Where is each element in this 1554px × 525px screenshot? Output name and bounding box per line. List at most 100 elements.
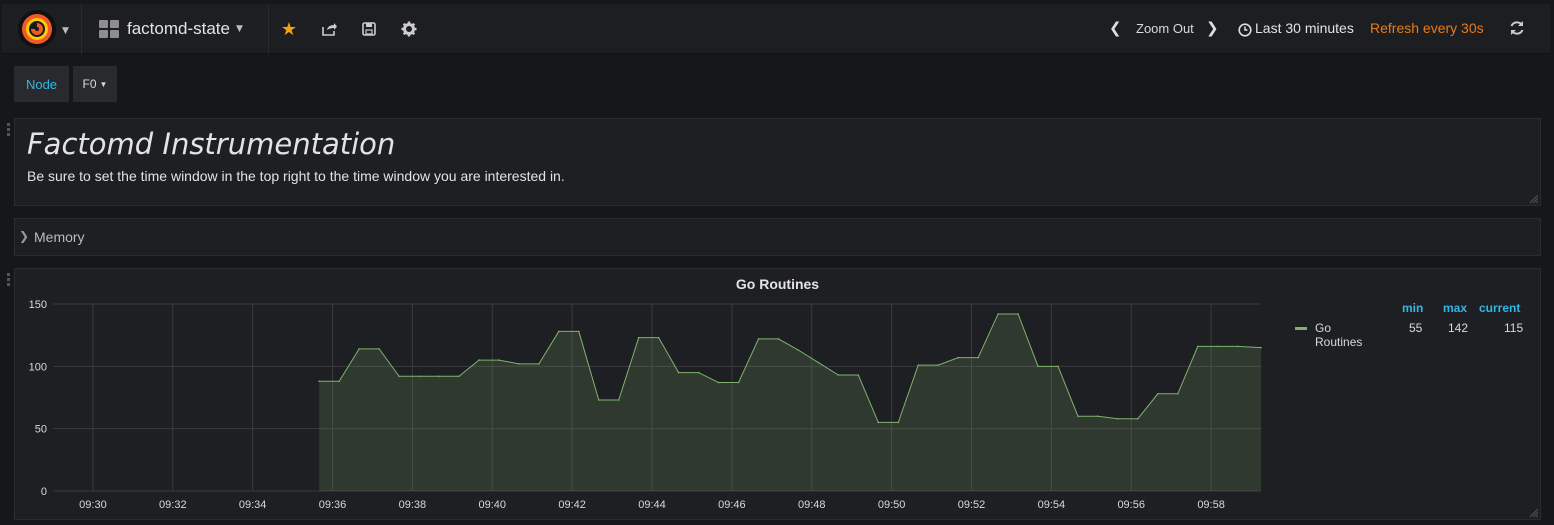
data-point: [897, 421, 900, 424]
clock-icon: [1238, 22, 1252, 37]
graph-plot[interactable]: 0 50 100 150 09:30 09:32 09:34 09:36 09:38 09:40 0…: [15, 269, 1275, 514]
data-point: [617, 399, 620, 401]
x-tick-label: 09:40: [479, 499, 507, 511]
data-point: [837, 374, 840, 376]
data-point: [657, 336, 660, 339]
data-point: [498, 359, 500, 361]
resize-handle-icon[interactable]: [1530, 195, 1538, 203]
grafana-menu[interactable]: ▼: [2, 4, 82, 54]
legend-series-current: 115: [1504, 321, 1524, 335]
data-point: [1157, 392, 1159, 395]
data-point: [1236, 345, 1239, 348]
data-point: [857, 374, 860, 376]
x-tick-label: 09:38: [399, 499, 427, 511]
data-point: [797, 349, 800, 351]
data-point: [757, 338, 760, 340]
panel-text: Be sure to set the time window in the to…: [27, 168, 565, 184]
star-icon[interactable]: ★: [278, 18, 300, 40]
data-point: [1137, 417, 1139, 420]
data-point: [677, 371, 680, 374]
graph-panel: Go Routines 0 50 100 150 09:30 09:32 09:34 09:3…: [14, 268, 1541, 520]
data-point: [997, 313, 999, 315]
data-point: [717, 381, 720, 384]
zoom-out-button[interactable]: Zoom Out: [1136, 21, 1194, 36]
refresh-icon[interactable]: [1508, 19, 1530, 41]
data-point: [538, 363, 540, 365]
x-tick-label: 09:36: [319, 499, 347, 511]
save-icon[interactable]: [358, 18, 380, 40]
data-point: [1037, 365, 1039, 368]
data-point: [737, 381, 740, 384]
select-caret-icon: ▼: [99, 79, 108, 89]
share-icon[interactable]: [318, 18, 340, 40]
data-point: [1097, 415, 1099, 417]
data-point: [1017, 313, 1019, 315]
data-point: [1117, 417, 1119, 420]
dashboard-title: factomd-state: [127, 19, 230, 38]
data-point: [777, 338, 780, 340]
data-point: [418, 375, 420, 378]
legend-header-max: max: [1443, 301, 1468, 315]
dashboard-picker[interactable]: factomd-state ▼: [84, 4, 269, 54]
data-point: [877, 421, 880, 424]
x-tick-label: 09:42: [558, 499, 586, 511]
series-area: [319, 313, 1261, 491]
data-point: [597, 399, 600, 401]
data-point: [558, 330, 560, 333]
data-point: [1177, 392, 1179, 395]
settings-gear-icon[interactable]: [398, 18, 420, 40]
data-point: [1077, 415, 1079, 417]
chevron-right-icon[interactable]: ❯: [1206, 19, 1219, 37]
resize-handle-icon[interactable]: [1530, 509, 1538, 517]
row-title: Memory: [34, 229, 85, 245]
data-point: [637, 336, 640, 339]
refresh-interval[interactable]: Refresh every 30s: [1370, 20, 1484, 36]
x-tick-label: 09:48: [798, 499, 826, 511]
legend-header-min: min: [1402, 301, 1424, 315]
data-point: [917, 364, 920, 366]
x-tick-label: 09:50: [878, 499, 906, 511]
row-memory[interactable]: ❯ Memory: [14, 218, 1541, 256]
logo-caret-icon: ▼: [62, 26, 69, 36]
legend-series-name[interactable]: Go Routines: [1315, 321, 1362, 349]
legend-header-current: current: [1479, 301, 1521, 315]
data-point: [358, 348, 360, 350]
dashboard-caret-icon: ▼: [236, 24, 243, 34]
y-tick-label: 100: [29, 361, 47, 373]
data-point: [977, 356, 979, 359]
drag-handle-icon[interactable]: [7, 273, 10, 287]
data-point: [577, 330, 580, 333]
x-tick-label: 09:52: [958, 499, 986, 511]
data-point: [1057, 365, 1059, 368]
time-range-picker[interactable]: Last 30 minutes: [1255, 20, 1354, 36]
legend-series-swatch: [1295, 327, 1307, 330]
data-point: [518, 363, 520, 365]
data-point: [1196, 345, 1199, 348]
chevron-left-icon[interactable]: ❮: [1109, 19, 1122, 37]
x-tick-label: 09:30: [79, 499, 107, 511]
data-point: [1260, 346, 1262, 349]
data-point: [697, 371, 700, 374]
data-point: [957, 356, 959, 359]
data-point: [937, 364, 940, 366]
y-tick-label: 0: [41, 486, 47, 498]
variable-node-select[interactable]: F0 ▼: [73, 66, 117, 102]
y-tick-label: 150: [29, 299, 47, 311]
top-navbar: ▼ factomd-state ▼ ★ ❮ Zoom Out ❯ Last 30…: [2, 4, 1550, 54]
data-point: [817, 361, 820, 364]
x-tick-label: 09:54: [1038, 499, 1066, 511]
text-panel: Factomd Instrumentation Be sure to set t…: [14, 118, 1541, 206]
grafana-logo-icon[interactable]: [18, 10, 56, 48]
x-tick-label: 09:34: [239, 499, 267, 511]
data-point: [438, 375, 440, 378]
drag-handle-icon[interactable]: [7, 123, 10, 137]
x-tick-label: 09:32: [159, 499, 187, 511]
variable-node-label: Node: [14, 66, 69, 102]
data-point: [478, 359, 480, 361]
x-tick-label: 09:44: [638, 499, 666, 511]
data-point: [338, 380, 340, 383]
data-point: [1216, 345, 1219, 348]
x-tick-label: 09:46: [718, 499, 746, 511]
data-point: [398, 375, 400, 378]
panel-heading: Factomd Instrumentation: [27, 127, 396, 161]
